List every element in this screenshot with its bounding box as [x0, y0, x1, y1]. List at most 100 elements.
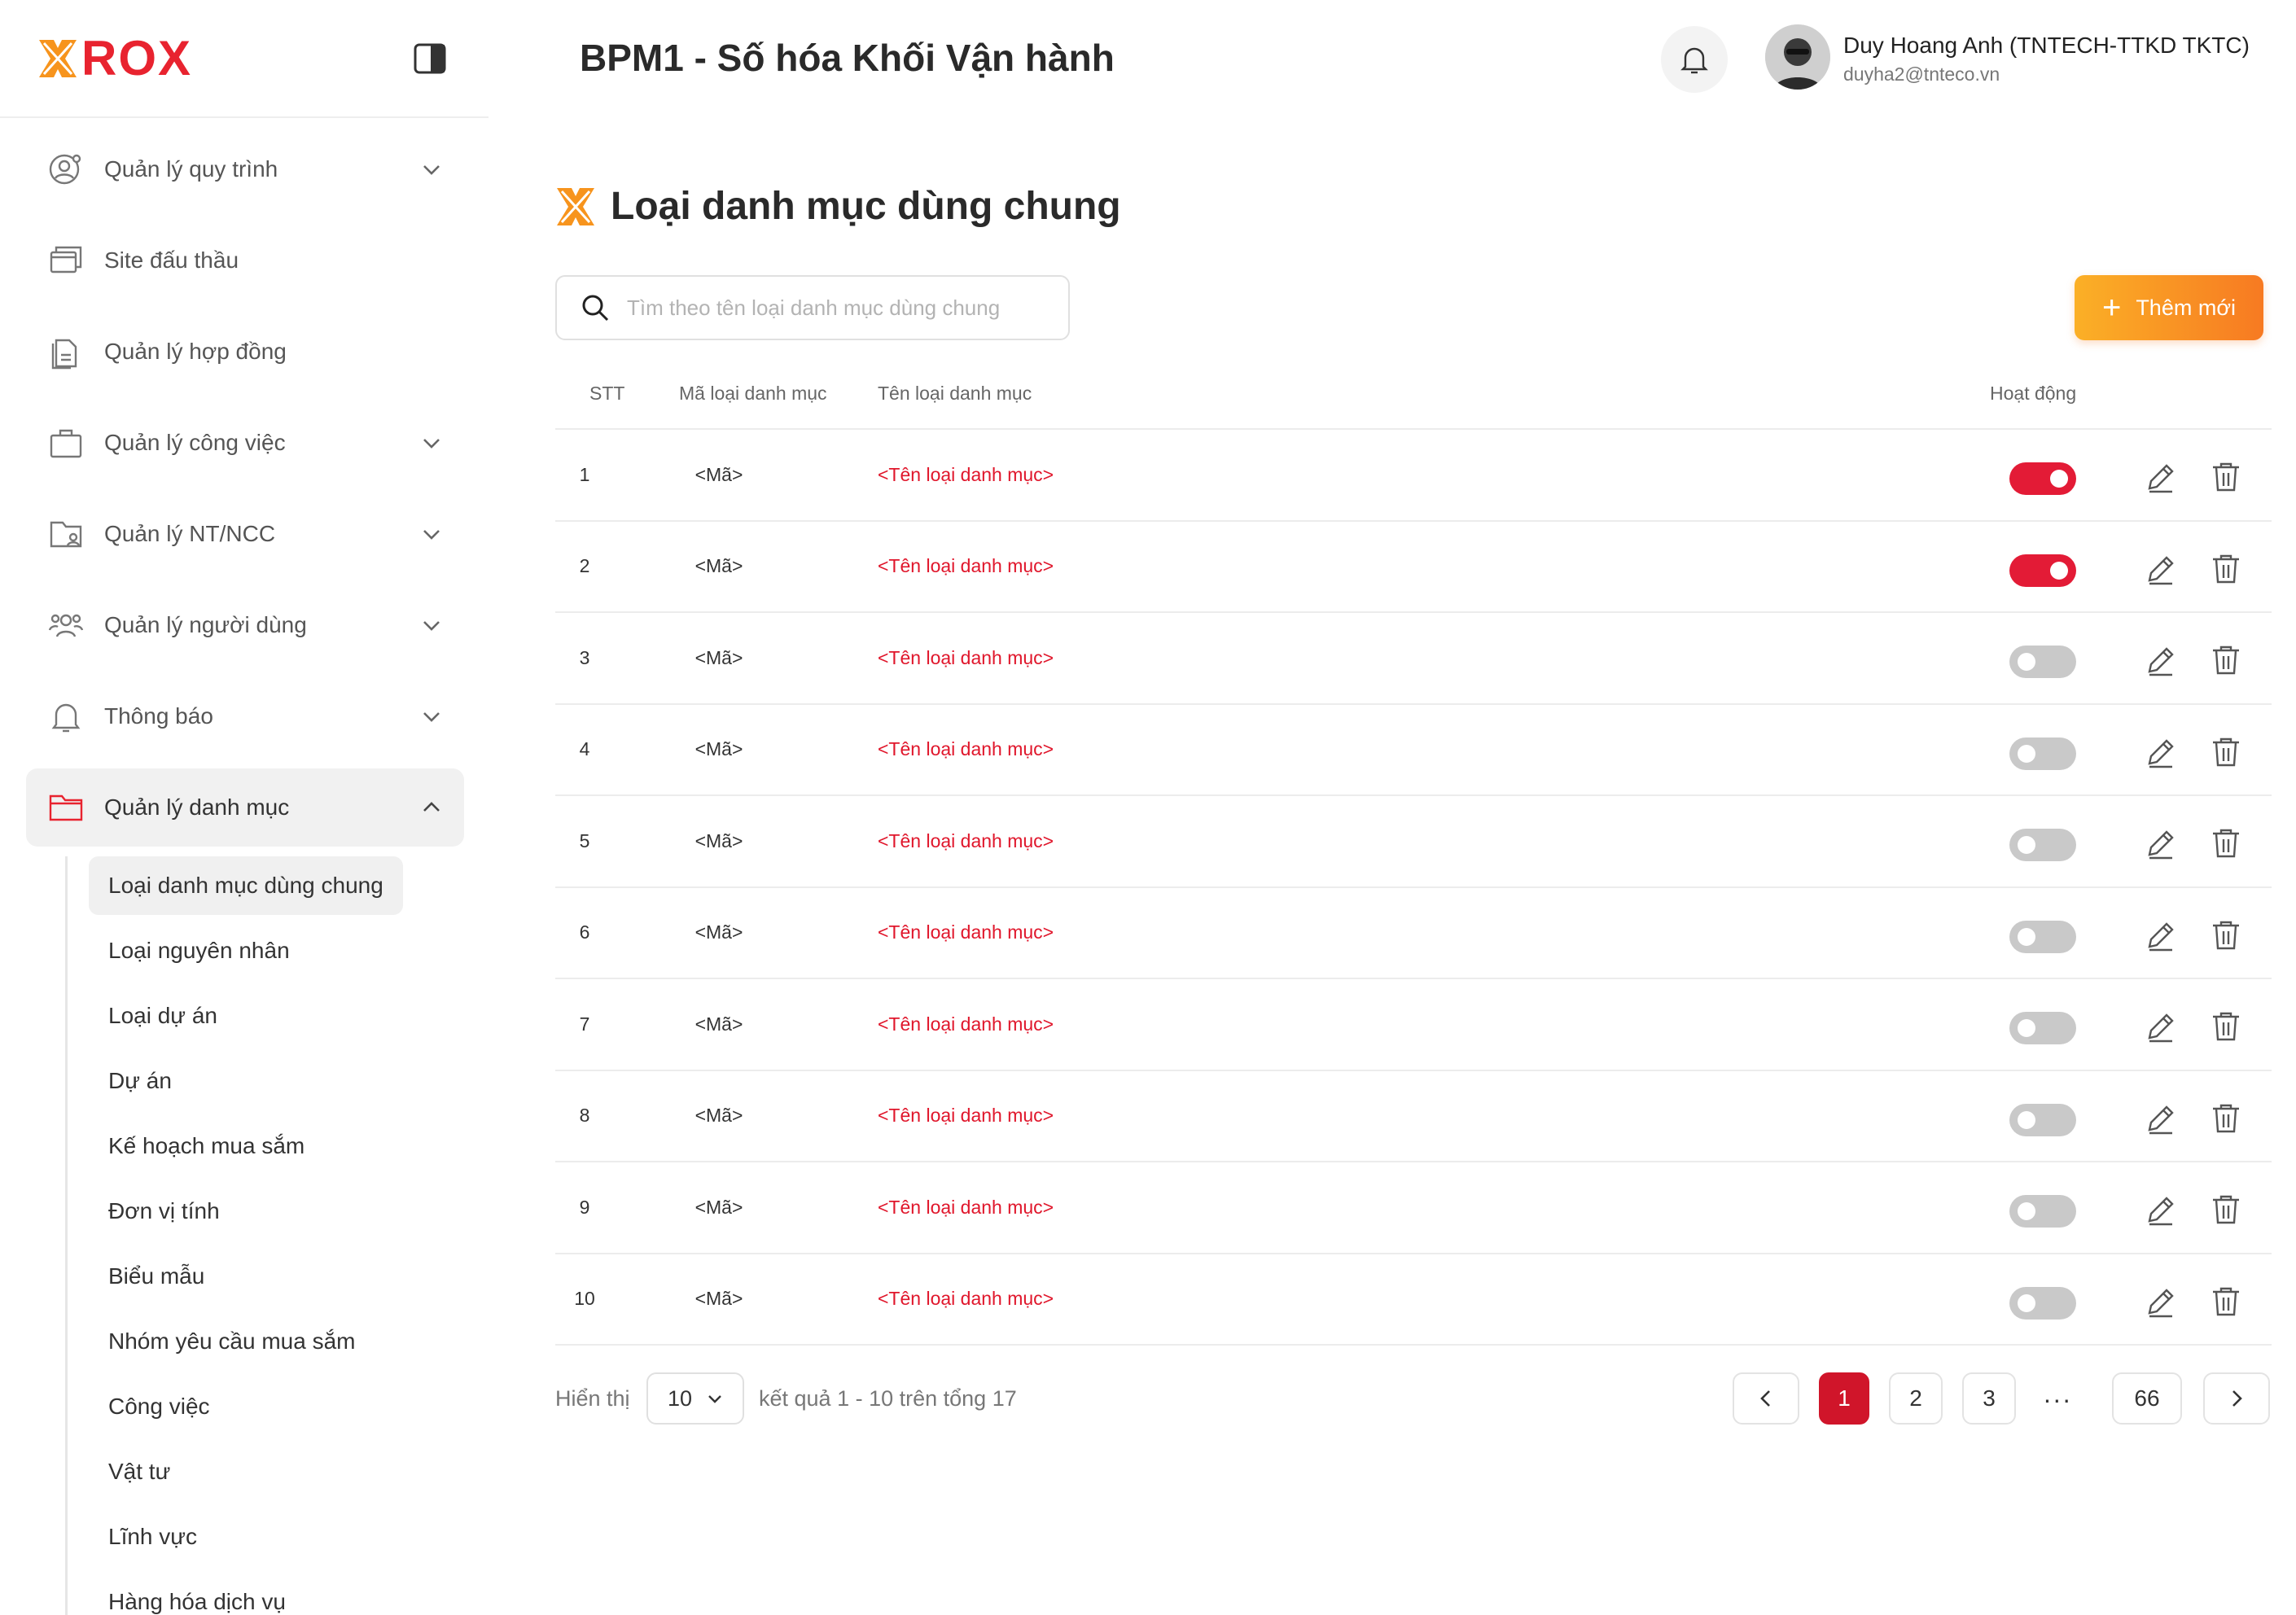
cell-name[interactable]: <Tên loại danh mục> [878, 522, 1054, 612]
active-toggle[interactable] [2009, 920, 2076, 953]
edit-icon[interactable] [2141, 549, 2180, 589]
table-row: 9 <Mã> <Tên loại danh mục> [555, 1162, 2272, 1254]
chevron-down-icon[interactable] [417, 155, 446, 184]
active-toggle[interactable] [2009, 1012, 2076, 1044]
trash-icon[interactable] [2206, 733, 2246, 772]
trash-icon[interactable] [2206, 1282, 2246, 1321]
cell-code: <Mã> [694, 463, 743, 485]
page-button-2[interactable]: 2 [1889, 1372, 1943, 1425]
chevron-down-icon [705, 1389, 725, 1414]
chevron-down-icon[interactable] [417, 611, 446, 640]
rox-logo-mark-icon [557, 187, 594, 225]
active-toggle[interactable] [2009, 1103, 2076, 1136]
cell-code: <Mã> [694, 921, 743, 943]
edit-icon[interactable] [2141, 1099, 2180, 1138]
logo[interactable]: ROX [36, 34, 192, 83]
cell-code: <Mã> [694, 738, 743, 760]
sidebar-item-nt-ncc[interactable]: Quản lý NT/NCC [26, 495, 464, 573]
active-toggle[interactable] [2009, 462, 2076, 495]
table-row: 3 <Mã> <Tên loại danh mục> [555, 613, 2272, 705]
cell-name[interactable]: <Tên loại danh mục> [878, 705, 1054, 795]
edit-icon[interactable] [2141, 916, 2180, 955]
active-toggle[interactable] [2009, 1195, 2076, 1228]
page-button-last[interactable]: 66 [2112, 1372, 2182, 1425]
sidebar-item-site-dau-thau[interactable]: Site đấu thầu [26, 221, 464, 300]
avatar[interactable] [1765, 24, 1830, 90]
app-title: BPM1 - Số hóa Khối Vận hành [580, 37, 1115, 79]
notification-button[interactable] [1661, 26, 1728, 93]
chevron-up-icon[interactable] [417, 793, 446, 822]
active-toggle[interactable] [2009, 737, 2076, 770]
cell-name[interactable]: <Tên loại danh mục> [878, 1254, 1054, 1345]
edit-icon[interactable] [2141, 1190, 2180, 1229]
cell-code: <Mã> [694, 1013, 743, 1035]
next-page-button[interactable] [2203, 1372, 2270, 1425]
sidebar-item-danh-muc[interactable]: Quản lý danh mục [26, 768, 464, 847]
page-size-select[interactable]: 10 [646, 1372, 744, 1425]
sidebar-item-thong-bao[interactable]: Thông báo [26, 677, 464, 755]
cell-name[interactable]: <Tên loại danh mục> [878, 613, 1054, 703]
plus-icon: + [2101, 290, 2122, 326]
edit-icon[interactable] [2141, 824, 2180, 863]
submenu-item[interactable]: Vật tư [89, 1442, 190, 1501]
trash-icon[interactable] [2206, 824, 2246, 863]
cell-name[interactable]: <Tên loại danh mục> [878, 796, 1054, 886]
sidebar-item-label: Thông báo [104, 703, 213, 729]
search-input[interactable] [627, 283, 1050, 332]
edit-icon[interactable] [2141, 1282, 2180, 1321]
sidebar-item-quy-trinh[interactable]: Quản lý quy trình [26, 130, 464, 208]
page-size-value: 10 [668, 1385, 693, 1411]
submenu-item[interactable]: Kế hoạch mua sắm [89, 1117, 324, 1175]
page-button-1[interactable]: 1 [1819, 1372, 1869, 1425]
add-new-button[interactable]: + Thêm mới [2075, 275, 2263, 340]
trash-icon[interactable] [2206, 549, 2246, 589]
cell-name[interactable]: <Tên loại danh mục> [878, 1071, 1054, 1162]
sidebar: ROX Quản lý quy trình Site đấu thầu Quản… [0, 0, 489, 1615]
sidebar-item-label: Site đấu thầu [104, 247, 239, 273]
sidebar-item-nguoi-dung[interactable]: Quản lý người dùng [26, 586, 464, 664]
active-toggle[interactable] [2009, 829, 2076, 861]
submenu-item-active[interactable]: Loại danh mục dùng chung [89, 856, 403, 915]
cell-name[interactable]: <Tên loại danh mục> [878, 430, 1054, 520]
active-toggle[interactable] [2009, 1286, 2076, 1320]
submenu-item[interactable]: Biểu mẫu [89, 1247, 224, 1306]
submenu-item[interactable]: Nhóm yêu cầu mua sắm [89, 1312, 375, 1371]
submenu-item[interactable]: Công việc [89, 1377, 230, 1436]
submenu-item[interactable]: Hàng hóa dịch vụ [89, 1573, 305, 1615]
cell-name[interactable]: <Tên loại danh mục> [878, 888, 1054, 978]
cell-stt: 10 [574, 1288, 595, 1310]
chevron-down-icon[interactable] [417, 428, 446, 457]
sidebar-item-label: Quản lý người dùng [104, 612, 307, 637]
cell-name[interactable]: <Tên loại danh mục> [878, 979, 1054, 1070]
submenu-item[interactable]: Dự án [89, 1052, 191, 1110]
active-toggle[interactable] [2009, 554, 2076, 587]
submenu-item[interactable]: Đơn vị tính [89, 1182, 239, 1241]
cell-stt: 5 [579, 829, 590, 851]
trash-icon[interactable] [2206, 641, 2246, 680]
sidebar-toggle-button[interactable] [409, 37, 451, 80]
submenu-item[interactable]: Lĩnh vực [89, 1508, 217, 1566]
chevron-down-icon[interactable] [417, 519, 446, 549]
trash-icon[interactable] [2206, 1190, 2246, 1229]
trash-icon[interactable] [2206, 916, 2246, 955]
submenu-item[interactable]: Loại dự án [89, 987, 237, 1045]
edit-icon[interactable] [2141, 457, 2180, 497]
active-toggle[interactable] [2009, 646, 2076, 678]
edit-icon[interactable] [2141, 733, 2180, 772]
edit-icon[interactable] [2141, 1007, 2180, 1046]
trash-icon[interactable] [2206, 457, 2246, 497]
sidebar-item-cong-viec[interactable]: Quản lý công việc [26, 404, 464, 482]
submenu-danh-muc: Loại danh mục dùng chung Loại nguyên nhâ… [65, 856, 464, 1615]
user-email: duyha2@tnteco.vn [1843, 63, 2000, 85]
chevron-down-icon[interactable] [417, 702, 446, 731]
edit-icon[interactable] [2141, 641, 2180, 680]
trash-icon[interactable] [2206, 1099, 2246, 1138]
page-button-3[interactable]: 3 [1962, 1372, 2016, 1425]
sidebar-item-hop-dong[interactable]: Quản lý hợp đồng [26, 313, 464, 391]
prev-page-button[interactable] [1733, 1372, 1799, 1425]
cell-name[interactable]: <Tên loại danh mục> [878, 1162, 1054, 1253]
trash-icon[interactable] [2206, 1007, 2246, 1046]
pagination-bar: Hiển thị 10 kết quả 1 - 10 trên tổng 17 … [555, 1372, 2272, 1425]
submenu-item[interactable]: Loại nguyên nhân [89, 921, 309, 980]
cell-stt: 3 [579, 646, 590, 668]
